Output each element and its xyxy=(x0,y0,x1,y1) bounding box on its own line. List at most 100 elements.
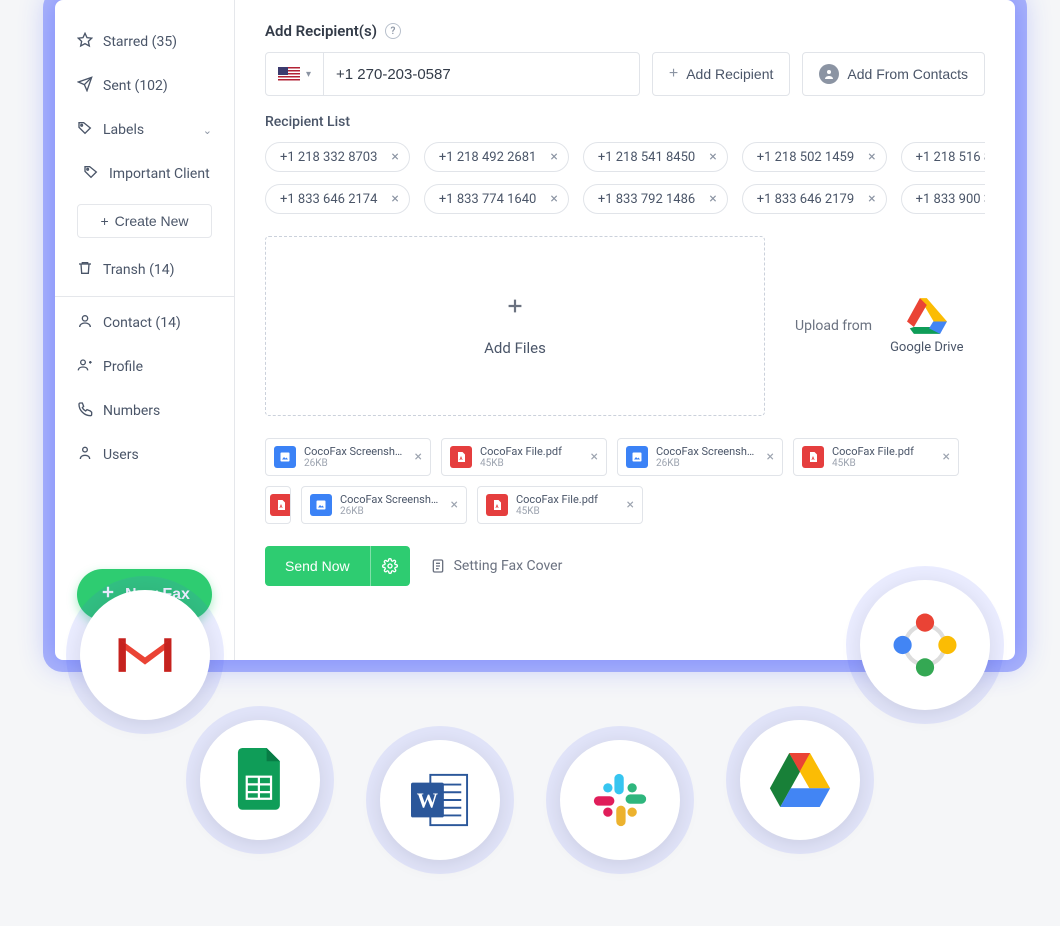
sidebar-item-labels[interactable]: Labels ⌄ xyxy=(55,108,234,152)
integration-word[interactable]: W xyxy=(380,740,500,860)
file-name: CocoFax File.pdf xyxy=(832,445,935,458)
add-recipients-label: Add Recipient(s) xyxy=(265,22,377,40)
users-label: Users xyxy=(103,447,139,463)
upload-area: Add Files Upload from Google Drive xyxy=(265,236,985,416)
recipient-number: +1 833 792 1486 xyxy=(598,192,695,207)
remove-recipient-icon[interactable]: × xyxy=(391,149,398,165)
file-name: CocoFax Screensho… xyxy=(304,445,407,458)
send-settings-button[interactable] xyxy=(370,546,410,586)
file-size: 26KB xyxy=(340,506,443,517)
recipient-chip[interactable]: +1 833 774 1640× xyxy=(424,184,569,214)
file-size: 26KB xyxy=(304,458,407,469)
numbers-label: Numbers xyxy=(103,403,160,419)
file-attachment-grid: CocoFax Screensho…26KB×ACocoFax File.pdf… xyxy=(265,438,985,524)
recipient-chip[interactable]: +1 833 646 2174× xyxy=(265,184,410,214)
setting-fax-cover-link[interactable]: Setting Fax Cover xyxy=(430,558,563,574)
recipient-number: +1 218 502 1459 xyxy=(757,150,854,165)
remove-file-icon[interactable]: × xyxy=(451,497,458,513)
recipient-number: +1 218 332 8703 xyxy=(280,150,377,165)
action-row: Send Now Setting Fax Cover xyxy=(265,546,985,586)
phone-number-input[interactable] xyxy=(324,66,639,83)
file-name: CocoFax Screensho… xyxy=(340,493,443,506)
google-drive-upload[interactable]: Google Drive xyxy=(890,298,963,355)
trash-label: Transh (14) xyxy=(103,262,174,278)
remove-recipient-icon[interactable]: × xyxy=(550,149,557,165)
remove-recipient-icon[interactable]: × xyxy=(550,191,557,207)
recipient-chip[interactable]: +1 833 646 2179× xyxy=(742,184,887,214)
remove-recipient-icon[interactable]: × xyxy=(709,149,716,165)
pdf-icon: A xyxy=(450,446,472,468)
word-icon: W xyxy=(409,771,471,829)
file-attachment[interactable]: CocoFax Screensho…26KB× xyxy=(617,438,783,476)
create-new-label: Create New xyxy=(115,213,189,229)
main-panel: Add Recipient(s) ? ▾ + Add Recipient Add… xyxy=(235,0,1015,660)
pdf-icon: A xyxy=(270,494,291,516)
app-window: Starred (35) Sent (102) Labels ⌄ Importa… xyxy=(55,0,1015,660)
add-files-dropzone[interactable]: Add Files xyxy=(265,236,765,416)
send-now-button[interactable]: Send Now xyxy=(265,546,370,586)
sidebar-item-important-client[interactable]: Important Client xyxy=(55,152,234,196)
image-icon xyxy=(274,446,296,468)
integration-sheets[interactable] xyxy=(200,720,320,840)
labels-label: Labels xyxy=(103,122,144,138)
remove-file-icon[interactable]: × xyxy=(415,449,422,465)
sidebar-item-trash[interactable]: Transh (14) xyxy=(55,248,234,292)
sidebar-item-sent[interactable]: Sent (102) xyxy=(55,64,234,108)
file-attachment[interactable]: A xyxy=(265,486,291,524)
google-drive-icon xyxy=(769,753,831,807)
integration-slack[interactable] xyxy=(560,740,680,860)
recipient-chip[interactable]: +1 218 541 8450× xyxy=(583,142,728,172)
file-attachment[interactable]: CocoFax Screensho…26KB × xyxy=(301,486,467,524)
file-attachment[interactable]: ACocoFax File.pdf45KB× xyxy=(477,486,643,524)
file-name: CocoFax File.pdf xyxy=(480,445,583,458)
integration-drive[interactable] xyxy=(740,720,860,840)
remove-recipient-icon[interactable]: × xyxy=(868,149,875,165)
sidebar-item-profile[interactable]: Profile xyxy=(55,345,234,389)
divider xyxy=(55,296,234,297)
remove-recipient-icon[interactable]: × xyxy=(868,191,875,207)
file-size: 45KB xyxy=(832,458,935,469)
sidebar-item-numbers[interactable]: Numbers xyxy=(55,389,234,433)
integration-gmail[interactable] xyxy=(80,590,210,720)
sent-label: Sent (102) xyxy=(103,78,168,94)
recipient-chip[interactable]: +1 218 516 8441× xyxy=(901,142,985,172)
recipient-input-row: ▾ + Add Recipient Add From Contacts xyxy=(265,52,985,96)
add-from-contacts-button[interactable]: Add From Contacts xyxy=(802,52,985,96)
document-icon xyxy=(430,558,446,574)
sidebar-item-contact[interactable]: Contact (14) xyxy=(55,301,234,345)
create-new-button[interactable]: + Create New xyxy=(77,204,212,238)
plus-icon xyxy=(504,295,526,323)
remove-recipient-icon[interactable]: × xyxy=(709,191,716,207)
remove-file-icon[interactable]: × xyxy=(767,449,774,465)
sidebar-item-users[interactable]: Users xyxy=(55,433,234,477)
contact-label: Contact (14) xyxy=(103,315,181,331)
remove-file-icon[interactable]: × xyxy=(627,497,634,513)
remove-file-icon[interactable]: × xyxy=(943,449,950,465)
recipient-chip[interactable]: +1 218 332 8703 × xyxy=(265,142,410,172)
file-name: CocoFax Screensho… xyxy=(656,445,759,458)
file-attachment[interactable]: ACocoFax File.pdf45KB× xyxy=(793,438,959,476)
recipient-chip[interactable]: +1 833 792 1486 × xyxy=(583,184,728,214)
gear-icon xyxy=(382,558,398,574)
important-client-label: Important Client xyxy=(109,166,210,182)
phone-input-group: ▾ xyxy=(265,52,640,96)
remove-file-icon[interactable]: × xyxy=(591,449,598,465)
image-icon xyxy=(626,446,648,468)
add-recipient-button[interactable]: + Add Recipient xyxy=(652,52,791,96)
upload-from-label: Upload from xyxy=(795,318,872,334)
integration-circles[interactable] xyxy=(860,580,990,710)
file-attachment[interactable]: CocoFax Screensho…26KB × xyxy=(265,438,431,476)
remove-recipient-icon[interactable]: × xyxy=(391,191,398,207)
users-icon xyxy=(77,445,93,465)
recipient-chip[interactable]: +1 833 900 3521× xyxy=(901,184,985,214)
help-icon[interactable]: ? xyxy=(385,23,401,39)
recipient-chip[interactable]: +1 218 492 2681× xyxy=(424,142,569,172)
google-circles-icon xyxy=(890,610,960,680)
country-select[interactable]: ▾ xyxy=(266,53,324,95)
recipient-chip[interactable]: +1 218 502 1459 × xyxy=(742,142,887,172)
svg-text:W: W xyxy=(417,789,438,813)
google-sheets-icon xyxy=(235,748,285,812)
sidebar-item-starred[interactable]: Starred (35) xyxy=(55,20,234,64)
image-icon xyxy=(310,494,332,516)
file-attachment[interactable]: ACocoFax File.pdf45KB× xyxy=(441,438,607,476)
